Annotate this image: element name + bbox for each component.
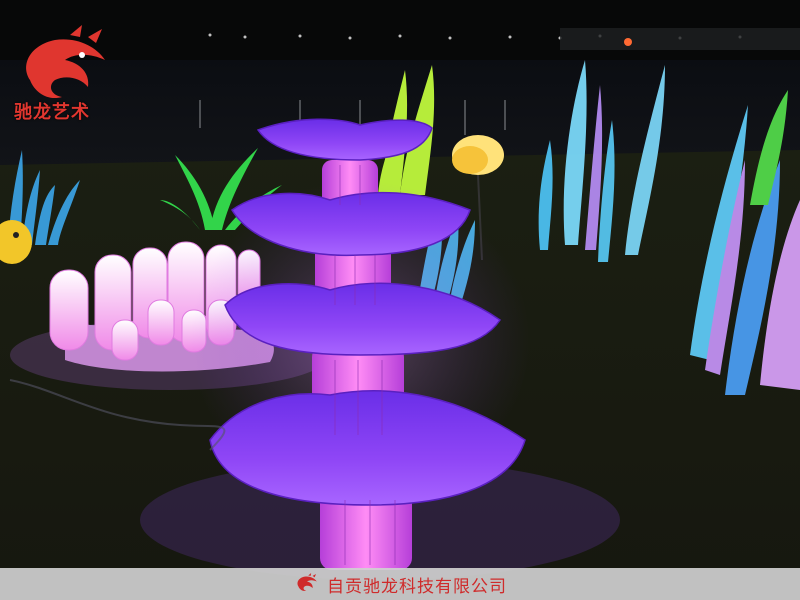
dragon-logo-icon <box>297 573 317 591</box>
photo-frame: 驰龙艺术 自贡驰龙科技有限公司 <box>0 0 800 600</box>
watermark-brand-text: 驰龙艺术 <box>14 102 90 123</box>
lantern-scene <box>0 0 800 600</box>
footer-bar: 自贡驰龙科技有限公司 <box>0 568 800 600</box>
footer-company-name: 自贡驰龙科技有限公司 <box>327 576 507 597</box>
